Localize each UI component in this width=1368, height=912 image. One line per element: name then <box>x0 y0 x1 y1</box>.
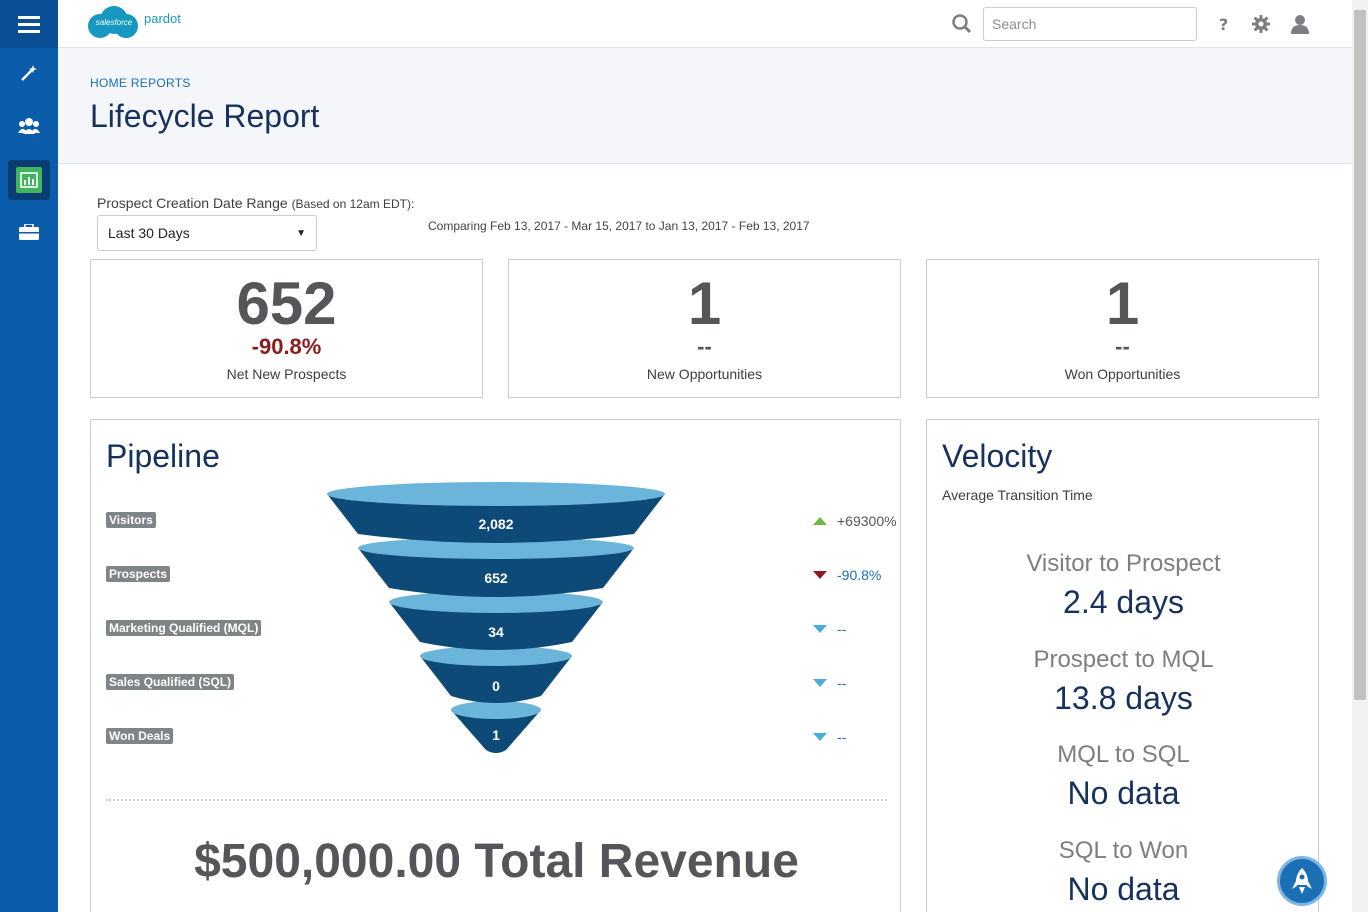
velocity-value: No data <box>1067 871 1180 907</box>
date-range-label: Prospect Creation Date Range (Based on 1… <box>97 195 415 211</box>
dropdown-arrow-icon: ▼ <box>296 227 306 239</box>
pipeline-panel: Pipeline 2,082 652 34 0 1 Visitors Prosp… <box>90 419 901 912</box>
briefcase-icon <box>19 224 39 240</box>
trend-sql: -- <box>813 675 846 691</box>
stat-change: -- <box>1115 334 1130 359</box>
velocity-panel: Velocity Average Transition Time Visitor… <box>926 419 1319 912</box>
pipeline-funnel <box>327 482 665 753</box>
date-range-select[interactable]: Last 30 Days ▼ <box>97 215 317 251</box>
trend-up-icon <box>813 517 827 525</box>
funnel-value-mql: 34 <box>488 624 504 640</box>
velocity-label: Prospect to MQL <box>1033 646 1214 673</box>
nav-admin[interactable] <box>0 208 58 256</box>
breadcrumb[interactable]: HOME REPORTS <box>90 76 191 90</box>
magic-wand-icon <box>21 65 37 81</box>
funnel-value-visitors: 2,082 <box>478 516 514 532</box>
nav-reports[interactable] <box>0 156 58 204</box>
page-header: HOME REPORTS Lifecycle Report <box>58 48 1352 164</box>
user-icon[interactable] <box>1288 12 1312 36</box>
funnel-stage-mql[interactable] <box>389 591 603 650</box>
velocity-value: 13.8 days <box>1054 680 1193 716</box>
stat-change: -- <box>697 334 712 359</box>
velocity-value: No data <box>1067 775 1180 811</box>
trend-down-icon <box>813 625 827 633</box>
funnel-stage-prospects[interactable] <box>358 537 634 597</box>
stat-label: Won Opportunities <box>1064 366 1181 382</box>
hamburger-icon <box>18 16 40 33</box>
top-header: salesforce pardot ? <box>58 0 1352 48</box>
velocity-subtitle: Average Transition Time <box>942 487 1093 503</box>
bar-chart-icon <box>20 172 38 188</box>
velocity-item: Visitor to Prospect 2.4 days <box>927 550 1318 621</box>
nav-prospects[interactable] <box>0 102 58 150</box>
page-title: Lifecycle Report <box>90 98 320 134</box>
funnel-value-prospects: 652 <box>484 570 508 586</box>
stat-card-new-opportunities: 1 -- New Opportunities <box>508 259 901 398</box>
velocity-title: Velocity <box>942 438 1053 474</box>
total-revenue: $500,000.00 Total Revenue <box>194 835 799 888</box>
gear-icon[interactable] <box>1249 12 1273 36</box>
velocity-item: SQL to Won No data <box>927 837 1318 908</box>
velocity-item: MQL to SQL No data <box>927 741 1318 812</box>
stat-value: 1 <box>687 270 722 337</box>
stat-card-won-opportunities: 1 -- Won Opportunities <box>926 259 1319 398</box>
velocity-label: Visitor to Prospect <box>1026 550 1221 577</box>
page-scrollbar[interactable] <box>1352 0 1368 912</box>
svg-text:?: ? <box>1219 15 1228 33</box>
menu-button[interactable] <box>0 0 58 48</box>
date-range-value: Last 30 Days <box>108 225 190 241</box>
stage-tag-visitors: Visitors <box>106 512 156 528</box>
left-nav <box>0 0 58 912</box>
logo-product: pardot <box>144 10 181 26</box>
stage-tag-mql: Marketing Qualified (MQL) <box>106 620 262 636</box>
help-icon[interactable]: ? <box>1212 12 1236 36</box>
stat-change: -90.8% <box>251 334 322 359</box>
divider <box>106 799 887 801</box>
stage-tag-sql: Sales Qualified (SQL) <box>106 674 235 690</box>
stat-value: 652 <box>236 270 337 337</box>
search-input[interactable] <box>983 7 1197 41</box>
rocket-icon <box>1292 868 1312 894</box>
trend-visitors: +69300% <box>813 513 897 529</box>
velocity-label: SQL to Won <box>1058 837 1189 864</box>
stat-label: New Opportunities <box>646 366 763 382</box>
nav-marketing[interactable] <box>0 49 58 97</box>
trend-down-icon <box>813 679 827 687</box>
stage-tag-prospects: Prospects <box>106 566 171 582</box>
velocity-label: MQL to SQL <box>1057 741 1190 768</box>
rocket-help-button[interactable] <box>1277 856 1327 906</box>
velocity-item: Prospect to MQL 13.8 days <box>927 646 1318 717</box>
stat-value: 1 <box>1105 270 1140 337</box>
funnel-stage-visitors[interactable] <box>327 482 665 543</box>
logo-brand: salesforce <box>95 18 133 27</box>
velocity-value: 2.4 days <box>1063 584 1184 620</box>
stage-tag-won: Won Deals <box>106 728 174 744</box>
scroll-thumb[interactable] <box>1354 10 1366 700</box>
search-icon[interactable] <box>951 13 973 35</box>
trend-prospects: -90.8% <box>813 567 881 583</box>
trend-down-icon <box>813 733 827 741</box>
trend-won: -- <box>813 729 846 745</box>
funnel-stage-sql[interactable] <box>420 646 572 703</box>
funnel-value-sql: 0 <box>492 678 500 694</box>
stat-label: Net New Prospects <box>226 366 347 382</box>
funnel-value-won: 1 <box>492 727 500 743</box>
compare-text: Comparing Feb 13, 2017 - Mar 15, 2017 to… <box>428 219 810 233</box>
pardot-logo[interactable]: salesforce pardot <box>88 6 181 40</box>
trend-down-icon <box>813 571 827 579</box>
stat-card-net-new-prospects: 652 -90.8% Net New Prospects <box>90 259 483 398</box>
trend-mql: -- <box>813 621 846 637</box>
people-icon <box>18 118 40 134</box>
